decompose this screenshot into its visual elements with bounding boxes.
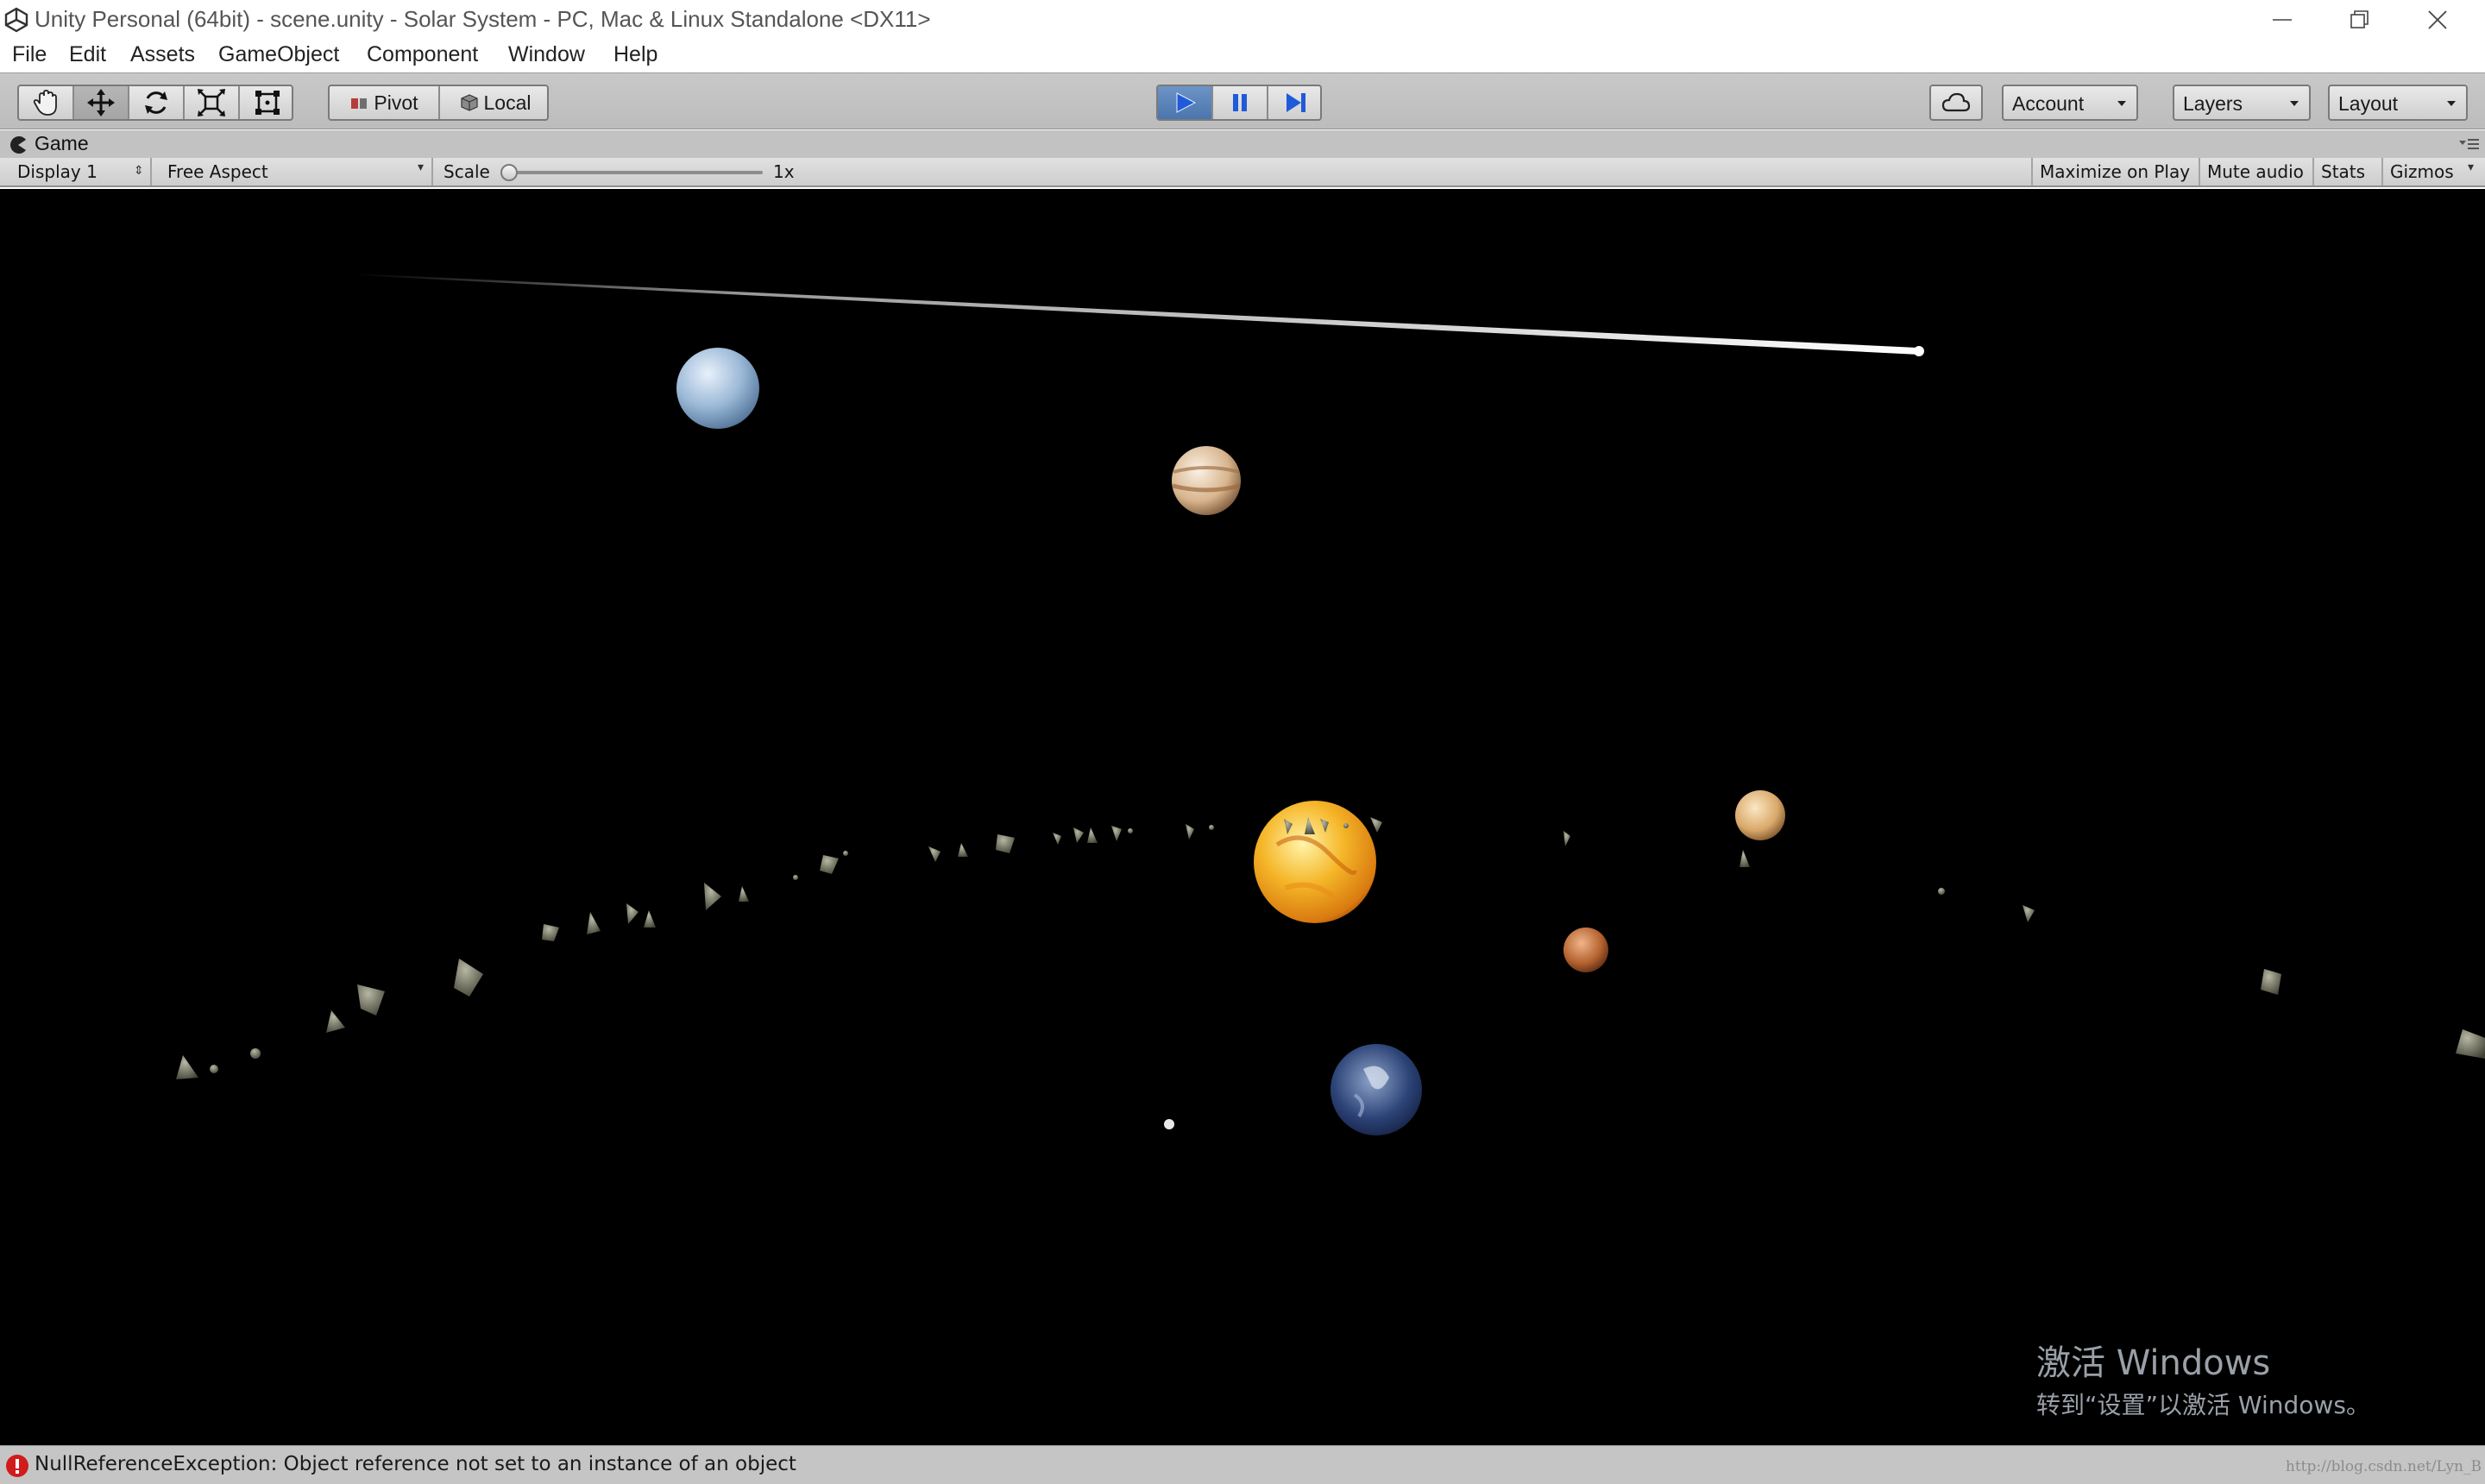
scale-tool-button[interactable] — [185, 86, 240, 119]
local-cube-icon — [460, 94, 478, 111]
gizmos-label: Gizmos — [2390, 161, 2454, 182]
planet-venus — [1735, 790, 1785, 840]
pivot-toggle[interactable]: Pivot — [330, 86, 440, 119]
menu-file[interactable]: File — [12, 42, 47, 67]
display-dropdown[interactable]: Display 1 ⇕ — [9, 158, 152, 186]
move-tool-button[interactable] — [74, 86, 129, 119]
game-viewport[interactable]: 激活 Windows 转到“设置”以激活 Windows。 — [0, 189, 2485, 1445]
chevron-down-icon: ▾ — [2468, 160, 2475, 173]
scale-slider-thumb[interactable] — [500, 164, 518, 181]
hand-tool-button[interactable] — [19, 86, 74, 119]
watermark-subtitle: 转到“设置”以激活 Windows。 — [2036, 1391, 2370, 1419]
scale-label: Scale — [444, 161, 490, 182]
play-controls — [1156, 85, 1322, 121]
layers-dropdown[interactable]: Layers — [2173, 85, 2311, 121]
minimize-icon — [2273, 19, 2292, 21]
comet-trail — [354, 274, 1919, 355]
stats-label: Stats — [2321, 161, 2366, 182]
play-icon — [1176, 92, 1197, 113]
hand-icon — [33, 90, 57, 116]
tab-game[interactable]: Game — [35, 132, 89, 155]
restore-icon — [2350, 10, 2369, 28]
planet-mars — [1563, 928, 1608, 972]
windows-activation-watermark: 激活 Windows 转到“设置”以激活 Windows。 — [2036, 1335, 2370, 1421]
maximize-on-play-toggle[interactable]: Maximize on Play — [2031, 158, 2200, 186]
account-dropdown[interactable]: Account — [2002, 85, 2138, 121]
minimize-button[interactable] — [2243, 0, 2321, 40]
chevron-down-icon — [2447, 101, 2456, 106]
step-icon — [1287, 93, 1305, 112]
layout-dropdown[interactable]: Layout — [2328, 85, 2468, 121]
comet-head — [1914, 346, 1924, 356]
rotate-icon — [145, 91, 167, 114]
menu-assets[interactable]: Assets — [130, 42, 195, 67]
stats-toggle[interactable]: Stats — [2314, 158, 2383, 186]
planet-sun — [1254, 801, 1376, 923]
main-toolbar: Pivot Local Account Layers Layout — [0, 72, 2485, 129]
rotate-tool-button[interactable] — [129, 86, 185, 119]
aspect-label: Free Aspect — [167, 161, 268, 182]
menu-edit[interactable]: Edit — [69, 42, 106, 67]
planet-earth — [1331, 1044, 1422, 1135]
maximize-label: Maximize on Play — [2040, 161, 2191, 182]
mute-audio-toggle[interactable]: Mute audio — [2200, 158, 2314, 186]
planet-uranus — [676, 348, 759, 429]
layout-label: Layout — [2338, 92, 2399, 115]
mute-label: Mute audio — [2207, 161, 2304, 182]
console-error-message[interactable]: NullReferenceException: Object reference… — [35, 1453, 796, 1475]
rect-tool-button[interactable] — [240, 86, 292, 119]
cloud-button[interactable] — [1929, 85, 1983, 121]
step-button[interactable] — [1268, 86, 1320, 119]
close-icon — [2428, 10, 2447, 29]
gizmos-dropdown[interactable]: Gizmos ▾ — [2383, 158, 2485, 186]
close-button[interactable] — [2399, 0, 2476, 40]
scale-slider-track[interactable] — [507, 171, 763, 174]
game-tab-bar: Game — [0, 130, 2485, 158]
game-view-controls: Display 1 ⇕ Free Aspect ▾ Scale 1x Maxim… — [0, 158, 2485, 187]
updown-icon: ⇕ — [134, 163, 144, 177]
chevron-down-icon: ▾ — [418, 160, 425, 173]
moon — [1164, 1119, 1174, 1129]
cloud-icon — [1941, 92, 1971, 112]
pivot-local-group: Pivot Local — [328, 85, 549, 121]
menu-gameobject[interactable]: GameObject — [218, 42, 339, 67]
account-label: Account — [2012, 92, 2085, 115]
pause-button[interactable] — [1213, 86, 1268, 119]
rect-icon — [255, 91, 280, 115]
layers-label: Layers — [2183, 92, 2243, 115]
menu-component[interactable]: Component — [367, 42, 478, 67]
menu-help[interactable]: Help — [613, 42, 657, 67]
menu-bar: File Edit Assets GameObject Component Wi… — [0, 40, 2485, 72]
menu-window[interactable]: Window — [508, 42, 585, 67]
blog-url-watermark: http://blog.csdn.net/Lyn_B — [2285, 1458, 2482, 1475]
pivot-icon — [351, 98, 368, 109]
status-bar[interactable]: NullReferenceException: Object reference… — [0, 1445, 2485, 1484]
display-label: Display 1 — [17, 161, 98, 182]
error-icon — [6, 1455, 28, 1477]
game-pacman-icon — [10, 136, 27, 154]
transform-tools — [17, 85, 293, 121]
watermark-title: 激活 Windows — [2036, 1343, 2271, 1383]
scale-icon — [198, 89, 225, 116]
pivot-label: Pivot — [374, 91, 418, 114]
unity-logo-icon — [4, 7, 28, 33]
local-toggle[interactable]: Local — [440, 86, 547, 119]
window-title: Unity Personal (64bit) - scene.unity - S… — [35, 6, 931, 32]
planet-jupiter — [1172, 446, 1241, 515]
move-icon — [87, 89, 115, 116]
play-button[interactable] — [1158, 86, 1213, 119]
pause-icon — [1233, 94, 1247, 111]
restore-button[interactable] — [2321, 0, 2399, 40]
title-bar: Unity Personal (64bit) - scene.unity - S… — [0, 0, 2485, 40]
local-label: Local — [483, 91, 532, 114]
chevron-down-icon — [2290, 101, 2299, 106]
scale-value: 1x — [773, 161, 795, 182]
scene-render — [176, 274, 2485, 1135]
chevron-down-icon — [2117, 101, 2126, 106]
panel-menu-icon[interactable] — [2457, 137, 2480, 151]
aspect-dropdown[interactable]: Free Aspect ▾ — [157, 158, 433, 186]
